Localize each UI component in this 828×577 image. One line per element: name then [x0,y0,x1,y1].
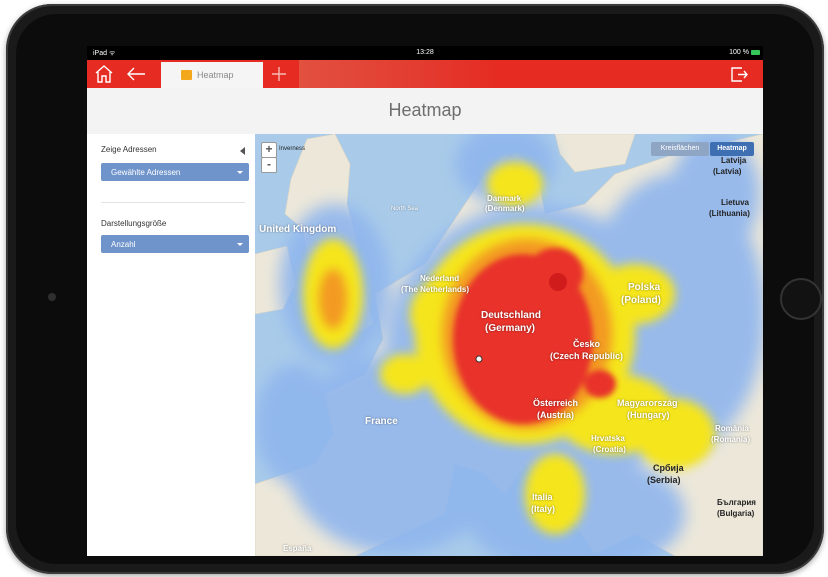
map-label-denmark-en: (Denmark) [485,204,525,213]
map-label-italy: Italia [532,492,553,502]
map-label-lithuania-en: (Lithuania) [709,209,750,218]
hotspot-icon [549,273,567,291]
app-toolbar: Heatmap [87,60,763,88]
map-label-inverness: Inverness [279,146,306,152]
map-label-netherlands-en: (The Netherlands) [401,285,470,294]
display-size-select[interactable]: Anzahl [101,235,249,253]
divider [101,202,245,203]
heatmap-tab-icon [181,70,192,80]
show-addresses-value: Gewählte Adressen [111,168,181,177]
map-label-poland: Polska [628,282,661,293]
map-label-hungary-en: (Hungary) [627,410,670,420]
scandinavia [554,134,636,173]
map-label-czech-en: (Czech Republic) [550,351,624,361]
toolbar-gradient [299,60,499,88]
map-label-croatia-en: (Croatia) [593,445,626,454]
map-label-austria: Österreich [533,398,579,408]
map-label-czech: Česko [573,339,601,349]
map-label-bulgaria-en: (Bulgaria) [717,509,755,518]
collapse-sidebar-icon[interactable] [240,147,245,155]
map-label-north-sea: North Sea [391,206,419,212]
map-label-germany: Deutschland [481,310,542,321]
map-label-france: France [365,416,398,427]
map-label-uk: United Kingdom [259,224,337,235]
chevron-down-icon [237,171,243,174]
map-label-hungary: Magyarország [617,398,678,408]
map-label-denmark: Danmark [487,194,522,203]
map-label-romania-en: (Romania) [711,435,751,444]
zoom-in-button[interactable]: + [261,142,277,158]
display-size-value: Anzahl [111,240,136,249]
show-addresses-select[interactable]: Gewählte Adressen [101,163,249,181]
home-icon[interactable] [93,64,115,89]
map-label-austria-en: (Austria) [537,410,575,420]
show-addresses-label: Zeige Adressen [101,145,157,154]
screen: iPad ᯤ 13:28 100 % Heatmap Heatmap Zeige… [87,46,763,556]
ipad-frame: iPad ᯤ 13:28 100 % Heatmap Heatmap Zeige… [6,4,824,574]
toggle-circles-button[interactable]: Kreisflächen [651,142,709,156]
add-tab-icon[interactable] [269,64,289,89]
heatmap-map[interactable]: + - Kreisflächen Heatmap Inverness Unite… [255,134,763,556]
map-label-espana: España [283,544,312,553]
page-title: Heatmap [388,100,462,120]
map-label-bulgaria: България [717,498,756,507]
map-label-serbia: Србија [653,463,684,473]
map-label-italy-en: (Italy) [531,504,556,514]
map-label-poland-en: (Poland) [621,295,661,306]
map-label-romania: România [715,424,749,433]
tab-label: Heatmap [197,70,234,80]
location-marker-icon[interactable] [475,355,483,363]
sidebar: Zeige Adressen Gewählte Adressen Darstel… [87,134,255,556]
status-bar: iPad ᯤ 13:28 100 % [87,46,763,60]
back-arrow-icon[interactable] [125,64,147,89]
map-label-lithuania: Lietuva [721,198,750,207]
tab-heatmap[interactable]: Heatmap [161,62,263,88]
page-header: Heatmap [87,88,763,135]
camera-icon [48,293,56,301]
toggle-heatmap-button[interactable]: Heatmap [710,142,754,156]
status-time: 13:28 [416,49,434,56]
map-label-latvia: Latvija [721,156,747,165]
display-size-label: Darstellungsgröße [101,219,167,228]
battery-percent: 100 % [729,49,749,56]
map-label-croatia: Hrvatska [591,434,625,443]
zoom-out-button[interactable]: - [261,157,277,173]
battery-icon [751,50,760,55]
map-label-latvia-en: (Latvia) [713,167,742,176]
chevron-down-icon [237,243,243,246]
logout-icon[interactable] [729,64,749,89]
home-hardware-button[interactable] [780,278,822,320]
map-label-germany-en: (Germany) [485,323,536,334]
map-label-serbia-en: (Serbia) [647,475,681,485]
map-label-netherlands: Nederland [420,274,460,283]
